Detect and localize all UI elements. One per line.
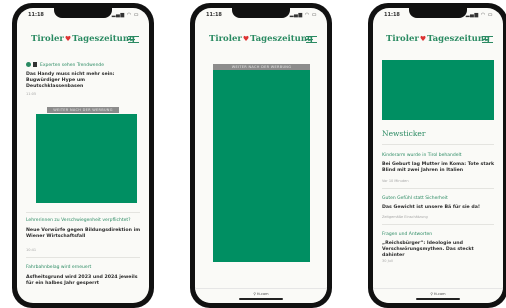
notch [232,8,290,18]
browser-bar: ⚲ tt.com [195,288,327,303]
app-header: Tiroler♥Tageszeitung [373,26,503,52]
ticker-section[interactable]: Kinderarm wurde in Tirol behandelt [382,153,497,158]
url-label[interactable]: ⚲ tt.com [373,292,503,296]
status-icons: ▂▄▆ ◠ ▭ [111,12,139,18]
divider [26,212,140,213]
ad-label: WEITER NACH DER WERBUNG [47,107,119,113]
status-time: 11:18 [384,12,400,18]
ad-banner[interactable] [36,114,137,203]
phone-middle: 11:18 ▂▄▆ ◠ ▭ Tiroler♥Tageszeitung WEITE… [190,3,332,308]
category-dot-icon [26,62,31,67]
home-indicator [239,298,283,300]
article-headline[interactable]: Neue Vorwürfe gegen Bildungsdirektion im… [26,228,141,240]
notch [54,8,112,18]
ticker-section[interactable]: Guten Gefühl statt Sicherheit [382,196,497,201]
divider [382,188,494,189]
section-label[interactable]: Experten sehen Trendwende [26,62,104,68]
logo-left-text: Tiroler [386,34,419,44]
ticker-headline[interactable]: Das Gewicht ist unsere Bä für sie da! [382,205,497,211]
ad-view: WEITER NACH DER WERBUNG [195,52,327,289]
section-label[interactable]: Lehrerinnen zu Verschwiegenheit verpflic… [26,218,141,223]
app-header: Tiroler♥Tageszeitung [195,26,327,52]
url-label[interactable]: ⚲ tt.com [195,292,327,296]
logo-left-text: Tiroler [31,34,64,44]
status-bar: 11:18 ▂▄▆ ◠ ▭ [17,8,149,22]
status-icons: ▂▄▆ ◠ ▭ [289,12,317,18]
article-meta: 11:05 [26,92,37,96]
home-indicator [416,298,460,300]
ticker-meta: Vor 10 Minuten [382,179,409,183]
article-headline[interactable]: Das Handy muss nicht mehr sein: Bugwürdi… [26,72,141,90]
browser-bar: ⚲ tt.com [373,288,503,303]
divider [382,144,494,145]
ticker-meta: Zeitgemäße Einschätzung [382,215,428,219]
status-icons: ▂▄▆ ◠ ▭ [465,12,493,18]
divider [26,257,140,258]
logo-left-text: Tiroler [209,34,242,44]
divider [382,224,494,225]
article-meta: 10:41 [26,248,37,252]
screen: 11:18 ▂▄▆ ◠ ▭ Tiroler♥Tageszeitung Newst… [373,8,503,303]
menu-icon[interactable] [482,36,493,44]
phone-left: 11:18 ▂▄▆ ◠ ▭ Tiroler♥Tageszeitung Exper… [12,3,154,308]
ad-banner[interactable] [382,60,494,120]
status-time: 11:18 [206,12,222,18]
app-header: Tiroler♥Tageszeitung [17,26,149,52]
newsticker-view: Newsticker Kinderarm wurde in Tirol beha… [373,52,503,289]
menu-icon[interactable] [128,36,139,44]
logo-right-text: Tageszeitung [250,34,313,44]
menu-icon[interactable] [306,36,317,44]
ticker-headline[interactable]: Bei Geburt lag Mutter im Koma: Tote star… [382,162,497,174]
ticker-meta: 30 Juli [382,259,393,263]
logo-right-text: Tageszeitung [72,34,135,44]
phone-badge-icon [33,62,37,67]
heart-icon: ♥ [64,34,72,43]
article-list: Experten sehen Trendwende Das Handy muss… [17,52,149,289]
screen: 11:18 ▂▄▆ ◠ ▭ Tiroler♥Tageszeitung Exper… [17,8,149,303]
status-bar: 11:18 ▂▄▆ ◠ ▭ [195,8,327,22]
phone-right: 11:18 ▂▄▆ ◠ ▭ Tiroler♥Tageszeitung Newst… [368,3,506,308]
heart-icon: ♥ [242,34,250,43]
section-label[interactable]: Fahrbahnbelag wird erneuert [26,265,141,270]
article-headline[interactable]: Asfheitsgrund wird 2023 und 2024 jeweils… [26,275,141,287]
ad-banner[interactable] [213,70,310,262]
newsticker-title: Newsticker [382,129,426,138]
ticker-section[interactable]: Fragen und Antworten [382,232,497,237]
screen: 11:18 ▂▄▆ ◠ ▭ Tiroler♥Tageszeitung WEITE… [195,8,327,303]
logo-right-text: Tageszeitung [427,34,490,44]
notch [409,8,467,18]
status-time: 11:18 [28,12,44,18]
ticker-headline[interactable]: „Reichsbürger“: Ideologie und Verschwöru… [382,241,497,259]
status-bar: 11:18 ▂▄▆ ◠ ▭ [373,8,503,22]
heart-icon: ♥ [419,34,427,43]
